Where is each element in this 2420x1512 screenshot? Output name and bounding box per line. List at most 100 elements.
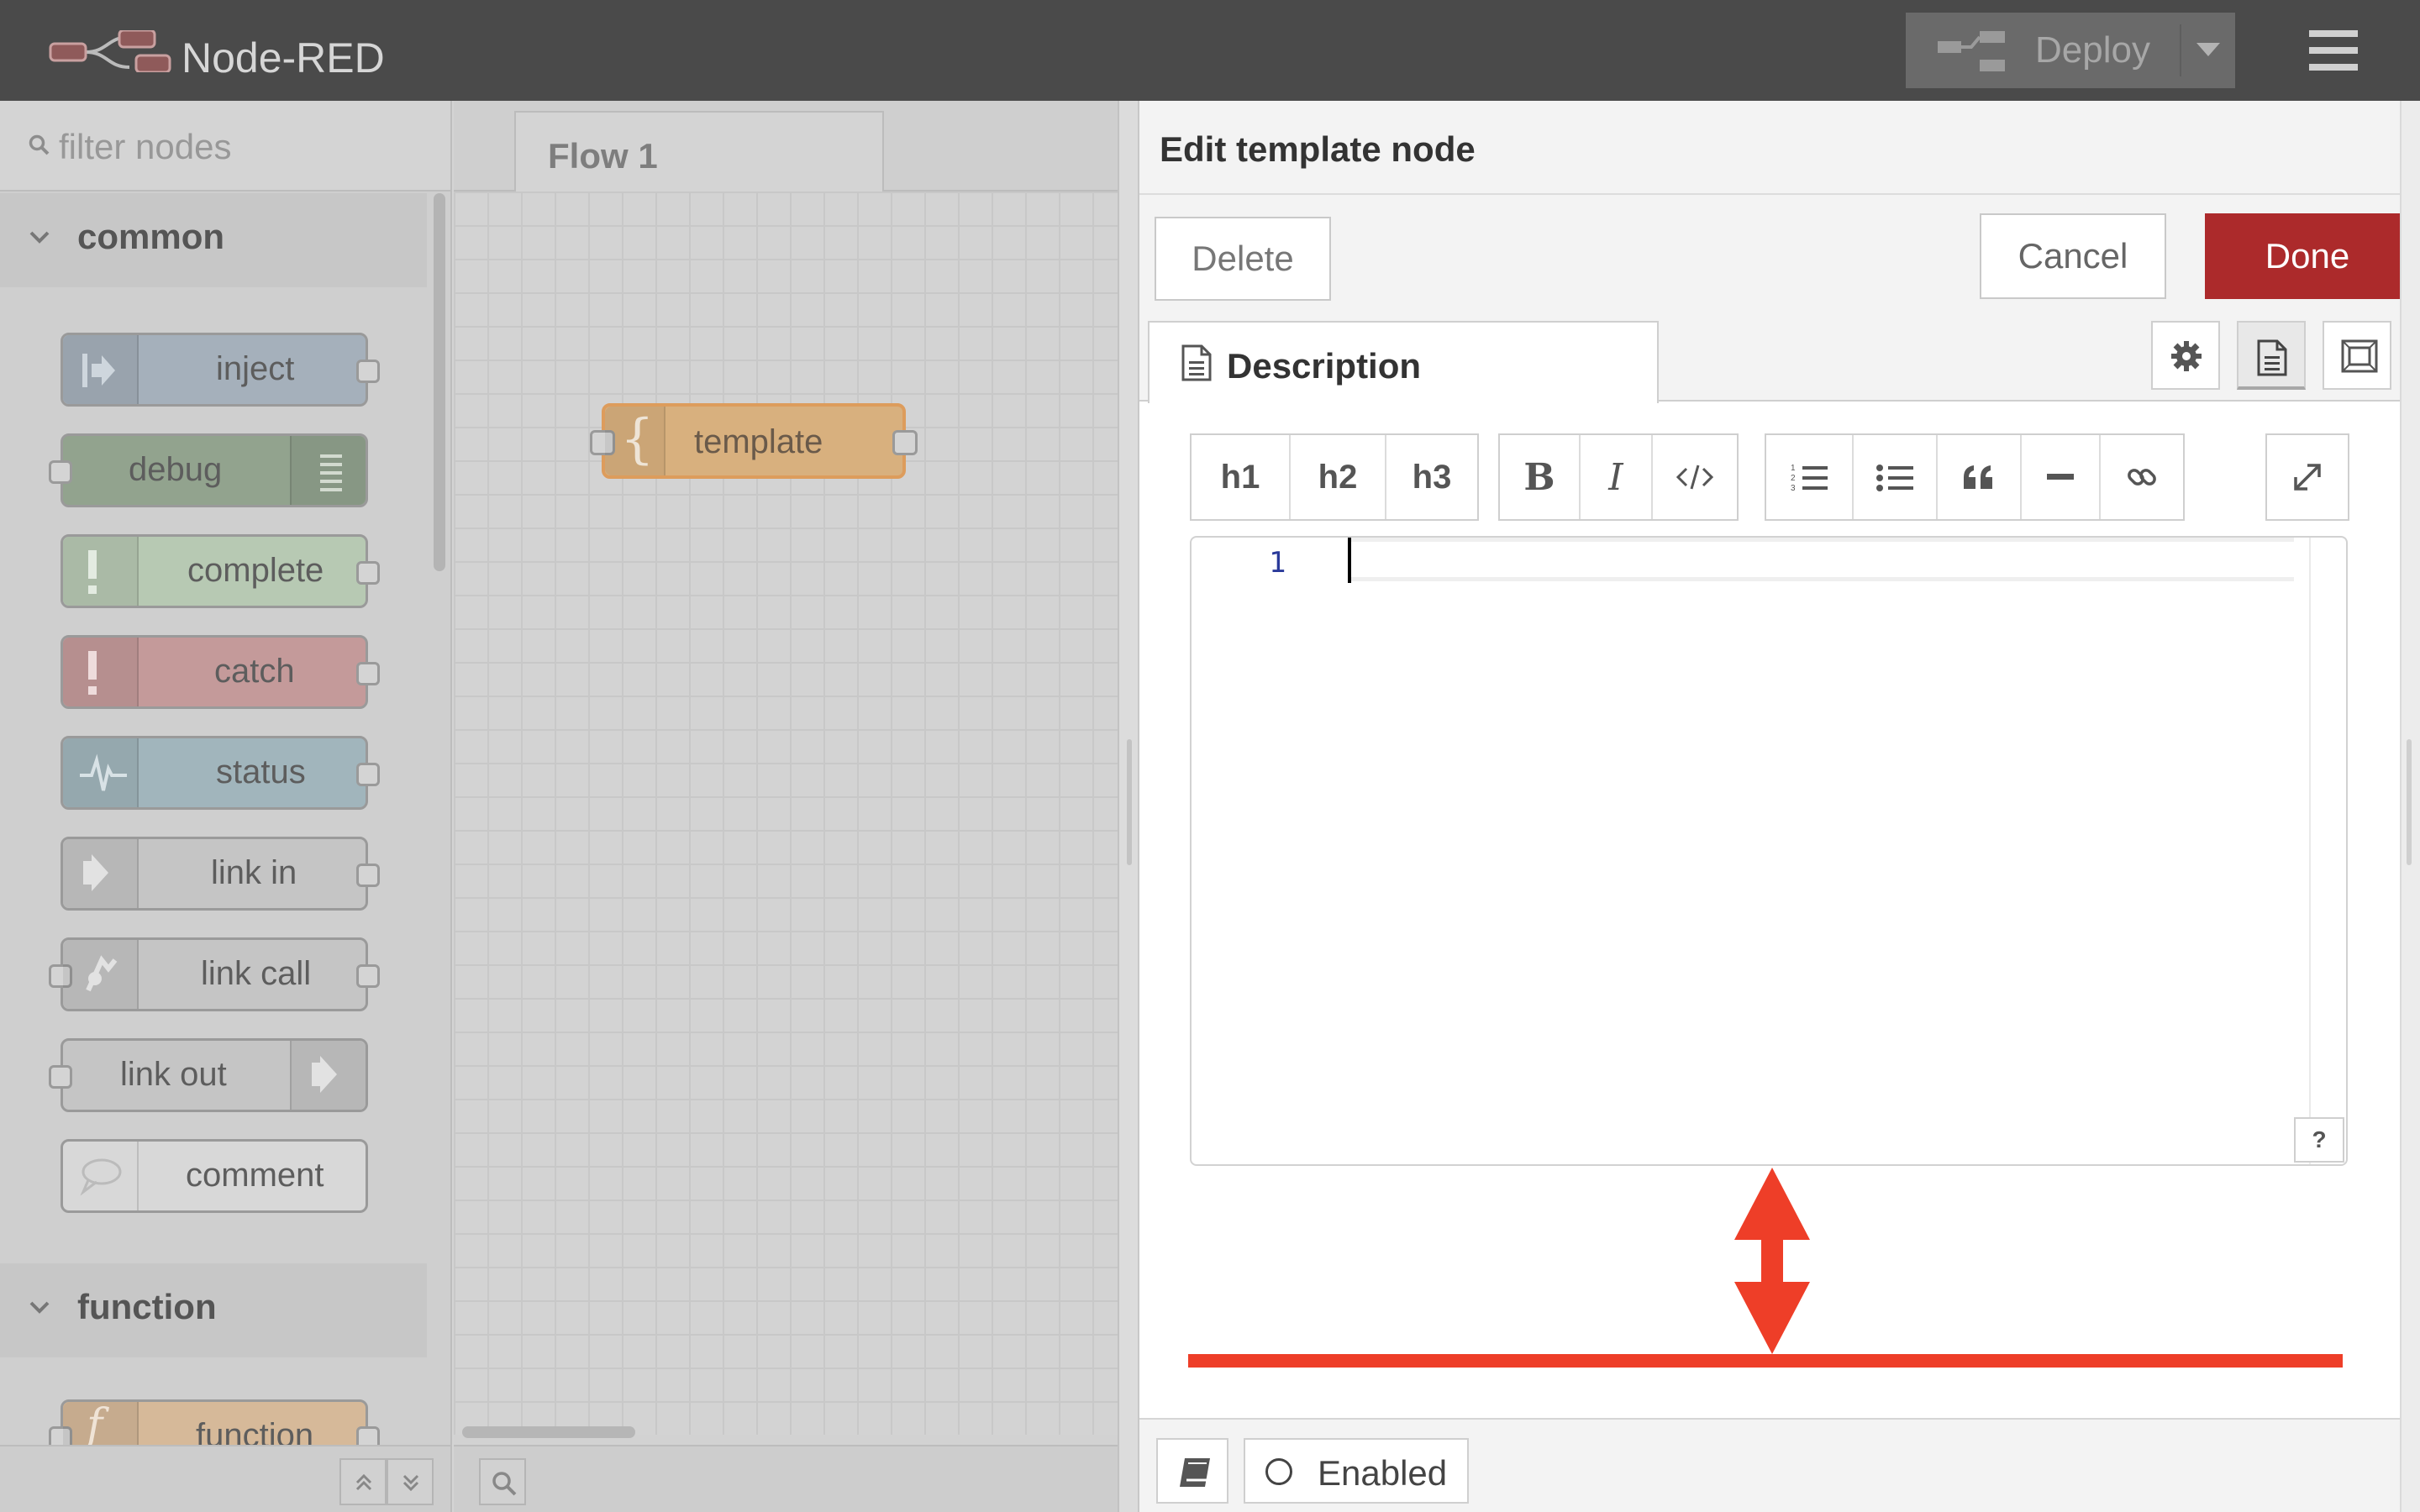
palette-node-link-call[interactable]: link call: [49, 937, 380, 1011]
output-port[interactable]: [356, 763, 380, 786]
node-help-button[interactable]: [1156, 1438, 1228, 1504]
function-f-icon: f: [87, 1400, 103, 1445]
bullet-list-icon: [1876, 465, 1913, 491]
link-button[interactable]: [2101, 435, 2183, 519]
output-port[interactable]: [356, 360, 380, 383]
tab-label: Flow 1: [548, 136, 658, 176]
sidebar-resize-handle[interactable]: [2400, 101, 2420, 1512]
palette-scrollbar[interactable]: [434, 193, 445, 571]
palette-node-link-in[interactable]: link in: [60, 837, 380, 911]
input-port[interactable]: [49, 1065, 72, 1089]
grip-handle: [2407, 739, 2412, 865]
deploy-divider: [2180, 24, 2181, 76]
enabled-toggle[interactable]: Enabled: [1244, 1438, 1469, 1504]
line-number: 1: [1269, 546, 1286, 580]
link-in-icon: [83, 854, 108, 891]
quote-icon: [1964, 465, 1992, 489]
h1-button[interactable]: h1: [1192, 435, 1291, 519]
quote-button[interactable]: [1938, 435, 2022, 519]
expand-all-button[interactable]: [387, 1458, 434, 1505]
palette-node-link-out[interactable]: link out: [49, 1038, 368, 1112]
main-menu-button[interactable]: [2302, 25, 2365, 76]
node-red-logo-icon: [49, 29, 175, 76]
red-line-annotation: [1188, 1354, 2343, 1368]
tab-description[interactable]: Description: [1148, 321, 1659, 403]
category-function-header[interactable]: function: [0, 1263, 427, 1357]
link-out-icon: [312, 1056, 337, 1093]
chevron-down-icon: [29, 1300, 50, 1320]
palette-node-comment[interactable]: comment: [60, 1139, 368, 1213]
workspace-footer: [454, 1445, 1118, 1512]
tab-description-button[interactable]: [2237, 321, 2306, 390]
document-icon: [2257, 339, 2287, 376]
palette-node-status[interactable]: status: [60, 736, 380, 810]
active-line-highlight: [1348, 538, 2294, 581]
double-arrow-annotation-icon: [1734, 1168, 1810, 1358]
bold-icon: B: [1523, 455, 1555, 499]
tray-resize-handle[interactable]: [1118, 101, 1139, 1512]
palette-node-catch[interactable]: catch: [60, 635, 380, 709]
input-port[interactable]: [49, 460, 72, 484]
expand-icon: [2294, 464, 2321, 491]
markdown-help-button[interactable]: ?: [2294, 1117, 2344, 1163]
exclamation-icon: [88, 651, 97, 695]
filter-nodes-input[interactable]: [59, 121, 429, 173]
svg-text:1: 1: [1791, 464, 1796, 473]
description-editor[interactable]: 1 ?: [1190, 536, 2348, 1166]
catch-icon-area: [63, 638, 139, 706]
search-flows-button[interactable]: [479, 1458, 526, 1505]
search-icon: [29, 134, 50, 160]
deploy-button[interactable]: Deploy: [1906, 13, 2235, 88]
output-port[interactable]: [356, 561, 380, 585]
ordered-list-button[interactable]: 123: [1766, 435, 1854, 519]
palette-node-function[interactable]: f function: [49, 1399, 380, 1445]
output-port[interactable]: [356, 1426, 380, 1445]
done-button[interactable]: Done: [2205, 213, 2410, 299]
output-port[interactable]: [356, 864, 380, 887]
tab-flow-1[interactable]: Flow 1: [514, 111, 884, 193]
palette-node-label: status: [216, 753, 306, 790]
app-title: Node-RED: [182, 34, 385, 81]
exclamation-icon: [88, 550, 97, 594]
tab-properties-button[interactable]: [2151, 321, 2220, 390]
h2-button[interactable]: h2: [1291, 435, 1386, 519]
pulse-icon: [80, 753, 127, 791]
svg-text:2: 2: [1791, 474, 1796, 483]
horizontal-rule-button[interactable]: [2022, 435, 2101, 519]
palette-node-debug[interactable]: debug: [49, 433, 368, 507]
ordered-list-icon: 123: [1791, 464, 1828, 492]
delete-button[interactable]: Delete: [1155, 217, 1331, 301]
bold-button[interactable]: B: [1500, 435, 1581, 519]
workspace-tab-bar: Flow 1: [454, 101, 1118, 193]
expand-editor-button[interactable]: [2267, 435, 2348, 519]
category-common-header[interactable]: common: [0, 193, 427, 287]
palette-node-inject[interactable]: inject: [60, 333, 380, 407]
palette-node-label: function: [196, 1417, 314, 1445]
workspace-canvas[interactable]: { template: [454, 192, 1118, 1435]
cancel-button[interactable]: Cancel: [1980, 213, 2166, 299]
collapse-all-button[interactable]: [339, 1458, 387, 1505]
editor-scroll-track[interactable]: [2309, 538, 2311, 1164]
tray-footer: Enabled: [1139, 1418, 2400, 1512]
output-port[interactable]: [356, 662, 380, 685]
italic-button[interactable]: I: [1581, 435, 1653, 519]
output-port[interactable]: [892, 430, 918, 455]
book-icon: [1180, 1458, 1210, 1487]
window-icon: [2341, 339, 2378, 373]
h3-button[interactable]: h3: [1386, 435, 1477, 519]
palette-node-label: link in: [211, 854, 297, 891]
workspace-horizontal-scrollbar[interactable]: [462, 1426, 635, 1438]
node-label: template: [694, 423, 823, 460]
tab-appearance-button[interactable]: [2323, 321, 2391, 390]
horizontal-rule-icon: [2047, 474, 2074, 480]
caret-down-icon[interactable]: [2196, 43, 2220, 62]
template-node[interactable]: { template: [590, 403, 918, 479]
palette-node-label: link call: [201, 955, 312, 992]
palette-node-complete[interactable]: complete: [60, 534, 380, 608]
code-button[interactable]: [1653, 435, 1737, 519]
palette-node-label: link out: [120, 1056, 227, 1093]
output-port[interactable]: [356, 964, 380, 988]
link-call-icon: [86, 955, 118, 992]
bullet-list-button[interactable]: [1854, 435, 1938, 519]
text-cursor: [1348, 538, 1351, 583]
